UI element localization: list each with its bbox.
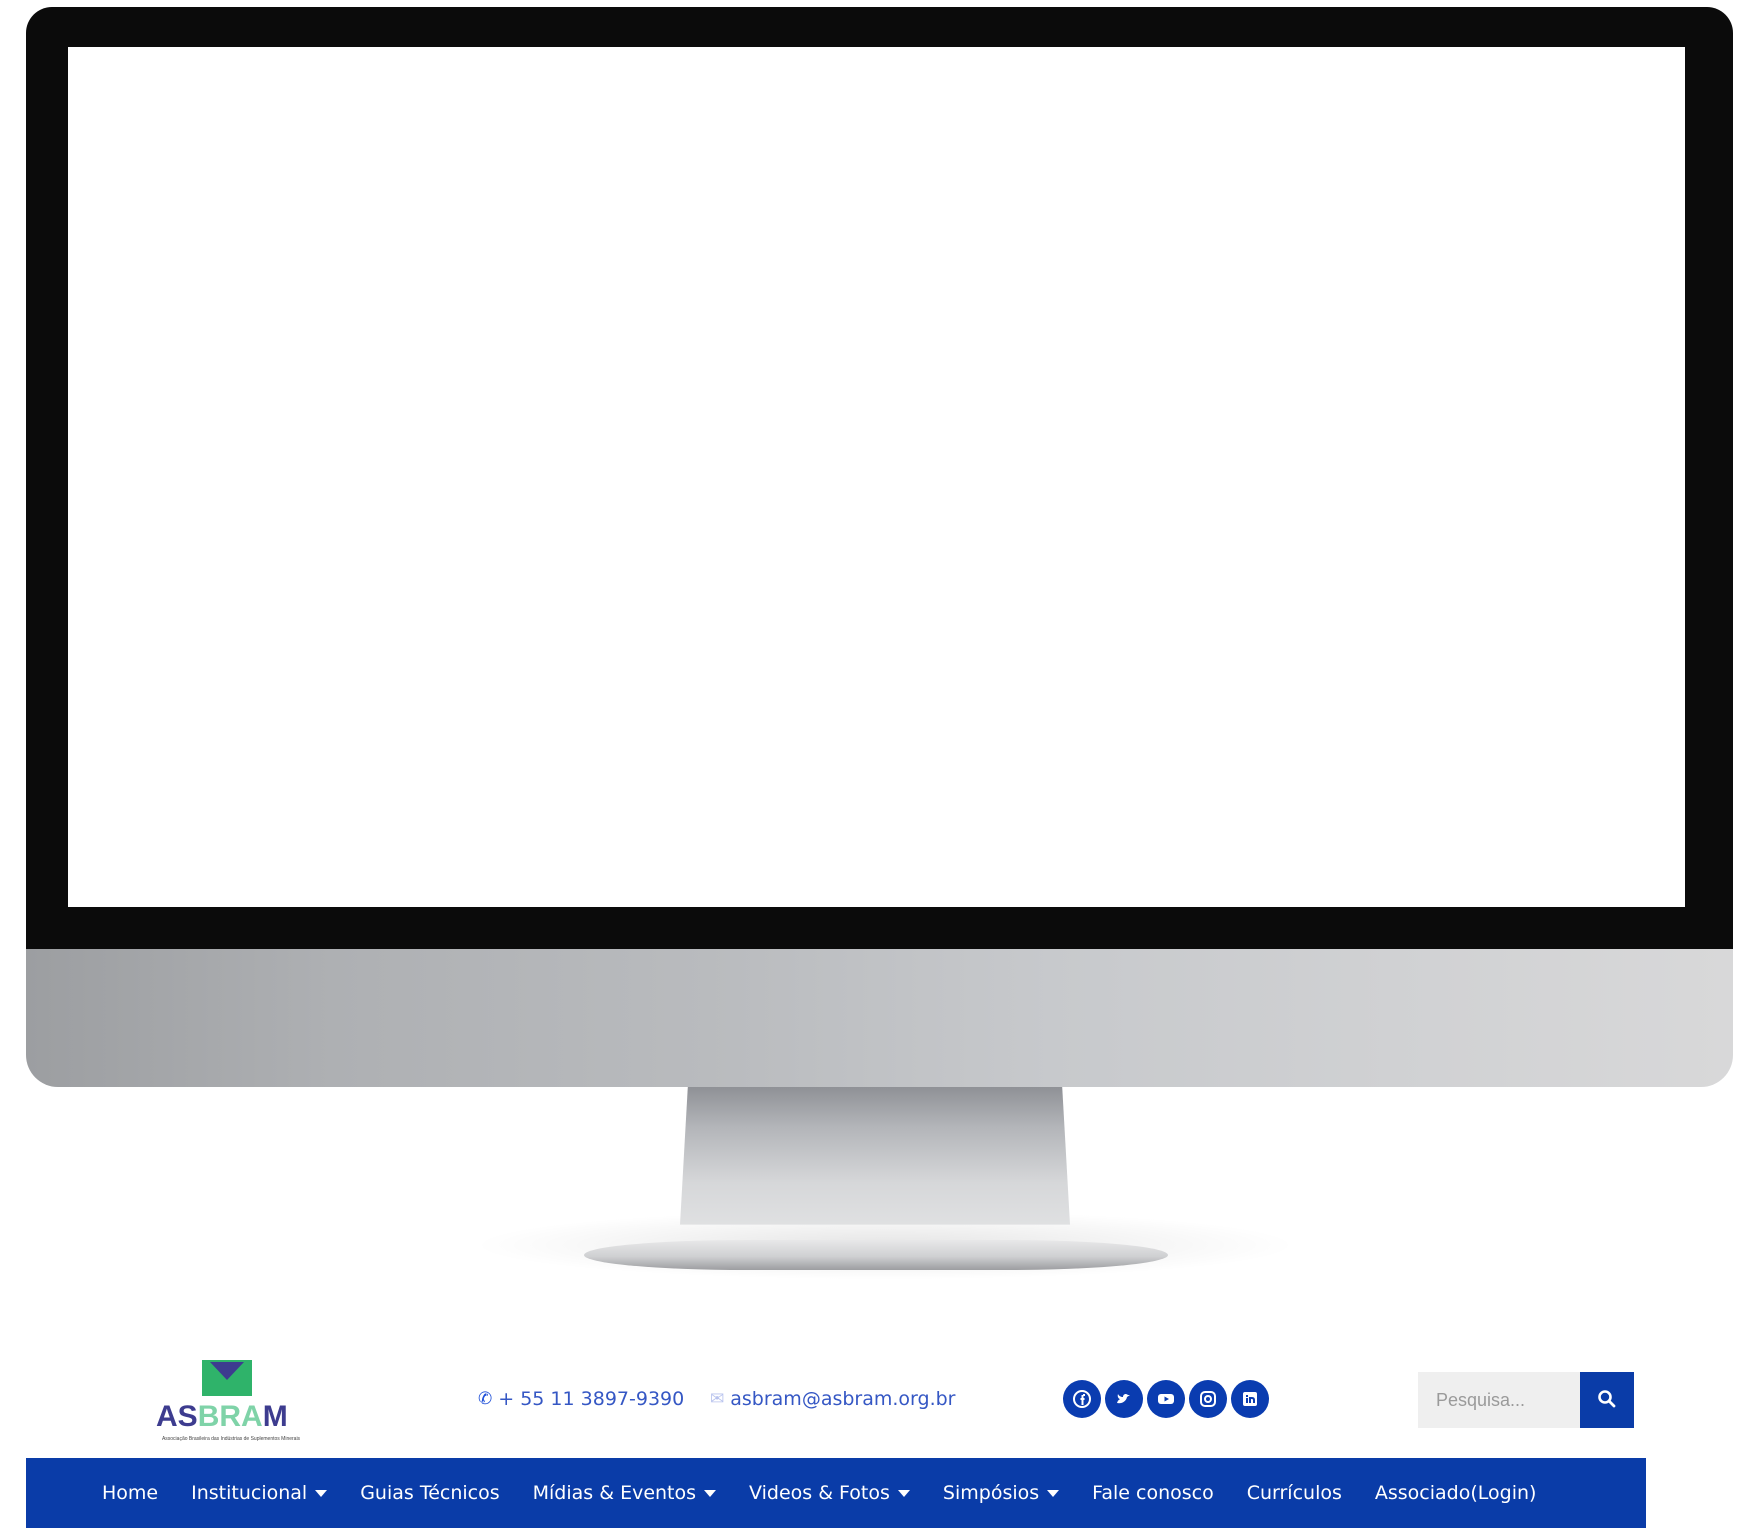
monitor-chin <box>26 949 1733 1087</box>
twitter-link[interactable] <box>1105 1380 1143 1418</box>
logo-wordmark: ASBRAM <box>156 1400 288 1433</box>
monitor-stand-base <box>584 1240 1168 1270</box>
search-form <box>1418 1372 1634 1428</box>
envelope-icon: ✉ <box>710 1389 725 1409</box>
linkedin-link[interactable] <box>1231 1380 1269 1418</box>
nav-home[interactable]: Home <box>102 1482 158 1504</box>
nav-curriculos[interactable]: Currículos <box>1247 1482 1342 1504</box>
search-input[interactable] <box>1418 1372 1580 1428</box>
youtube-link[interactable] <box>1147 1380 1185 1418</box>
main-nav: Home Institucional Guias Técnicos Mídias… <box>26 1458 1646 1528</box>
caret-down-icon <box>897 1489 910 1497</box>
linkedin-icon <box>1241 1390 1259 1408</box>
social-links <box>1063 1380 1269 1418</box>
monitor-stand <box>680 1087 1070 1225</box>
site-header: ASBRAM Associação Brasileira das Indústr… <box>0 1340 1753 1460</box>
monitor-bezel <box>26 7 1733 949</box>
instagram-icon <box>1199 1390 1217 1408</box>
facebook-link[interactable] <box>1063 1380 1101 1418</box>
instagram-link[interactable] <box>1189 1380 1227 1418</box>
caret-down-icon <box>704 1489 717 1497</box>
email-text: asbram@asbram.org.br <box>730 1388 956 1410</box>
contact-phone[interactable]: ✆ + 55 11 3897-9390 <box>478 1388 684 1410</box>
nav-fale-conosco[interactable]: Fale conosco <box>1092 1482 1214 1504</box>
search-icon <box>1597 1389 1617 1412</box>
nav-institucional[interactable]: Institucional <box>191 1482 328 1504</box>
search-button[interactable] <box>1580 1372 1634 1428</box>
logo-subtitle: Associação Brasileira das Indústrias de … <box>161 1436 301 1442</box>
phone-text: + 55 11 3897-9390 <box>498 1388 685 1410</box>
nav-videos-fotos[interactable]: Videos & Fotos <box>749 1482 910 1504</box>
youtube-icon <box>1157 1390 1175 1408</box>
nav-midias-eventos[interactable]: Mídias & Eventos <box>533 1482 717 1504</box>
monitor-screen <box>68 47 1685 907</box>
phone-icon: ✆ <box>478 1389 493 1409</box>
caret-down-icon <box>1047 1489 1060 1497</box>
nav-associado-login[interactable]: Associado(Login) <box>1375 1482 1537 1504</box>
contact-email[interactable]: ✉ asbram@asbram.org.br <box>710 1388 956 1410</box>
asbram-logo[interactable]: ASBRAM Associação Brasileira das Indústr… <box>156 1354 306 1446</box>
nav-guias-tecnicos[interactable]: Guias Técnicos <box>360 1482 499 1504</box>
facebook-icon <box>1073 1390 1091 1408</box>
monitor-mockup <box>26 7 1733 1087</box>
twitter-icon <box>1115 1390 1133 1408</box>
nav-simposios[interactable]: Simpósios <box>943 1482 1060 1504</box>
caret-down-icon <box>315 1489 328 1497</box>
